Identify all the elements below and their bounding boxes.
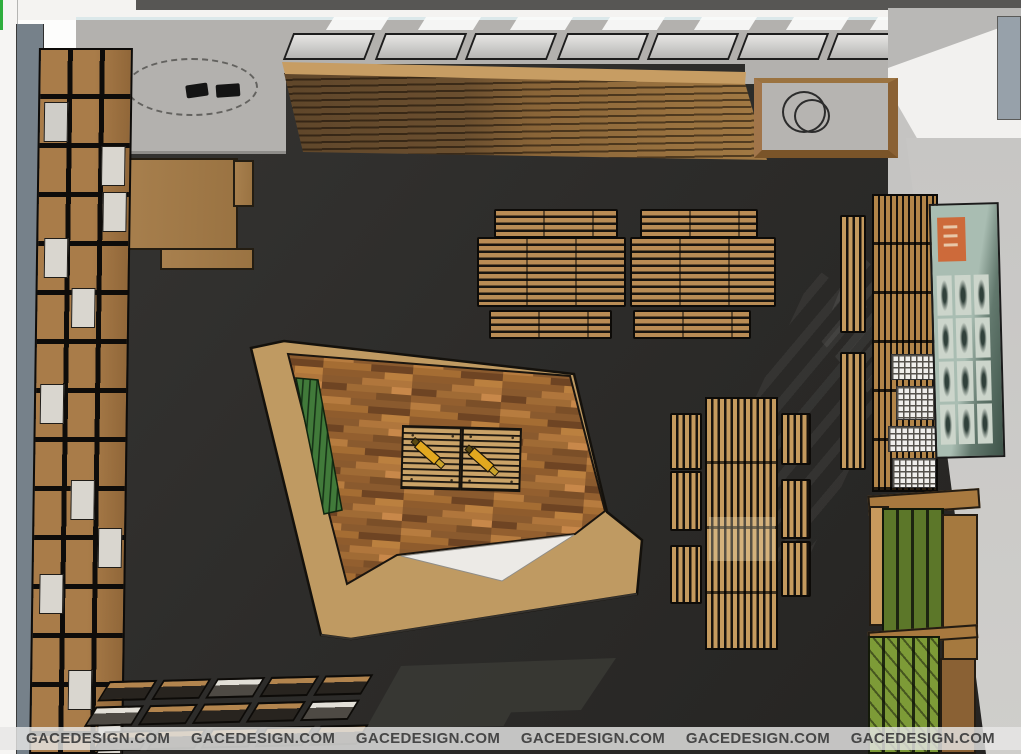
poster-glyph <box>977 403 993 443</box>
poster-glyph <box>937 275 953 315</box>
interior-render: GACEDESIGN.COM GACEDESIGN.COM GACEDESIGN… <box>0 0 1021 754</box>
slat-bench <box>494 209 618 238</box>
shelf-cube-white <box>40 384 65 424</box>
wire-basket <box>888 426 936 452</box>
slat-bench <box>781 479 811 539</box>
skylight-reflection <box>326 17 389 30</box>
slat-bench <box>781 413 811 465</box>
poster-glyph <box>974 317 990 357</box>
poster-glyph <box>938 318 954 358</box>
skylight-reflection <box>694 17 757 30</box>
poster-glyph-grid <box>937 274 993 447</box>
shelf-cube-white <box>102 192 127 232</box>
tray-row <box>90 699 370 726</box>
poster-glyph <box>939 361 955 401</box>
watermark-band: GACEDESIGN.COM GACEDESIGN.COM GACEDESIGN… <box>0 727 1021 750</box>
slat-table <box>630 237 776 307</box>
tray <box>192 702 252 724</box>
shelf-cube-white <box>101 146 126 186</box>
slat-bench <box>670 545 702 604</box>
poster-glyph <box>957 361 973 401</box>
shelf-cube-white <box>98 528 123 568</box>
watermark-text: GACEDESIGN.COM <box>686 730 830 747</box>
tray <box>151 678 211 700</box>
skylight-reflection <box>786 17 849 30</box>
poster-glyph <box>973 274 989 314</box>
corner-desk-return <box>233 160 254 207</box>
wall-poster <box>929 202 1006 459</box>
poster-glyph <box>958 404 974 444</box>
green-lockers-upper <box>882 508 944 636</box>
skylight-reflection <box>510 17 573 30</box>
fan-circle-icon <box>794 99 830 133</box>
tray-white <box>300 700 360 722</box>
wire-basket <box>896 386 936 420</box>
right-outer-wall-strip <box>997 16 1021 120</box>
slat-table <box>477 237 626 307</box>
poster-glyph <box>956 318 972 358</box>
shelf-cube-white <box>39 574 64 614</box>
wire-basket <box>891 354 937 380</box>
skylight-reflection <box>602 17 665 30</box>
tray <box>246 701 306 723</box>
corner-desk <box>117 158 238 250</box>
ceiling-speaker-icon <box>216 83 241 98</box>
tray <box>97 680 157 702</box>
tray <box>259 676 319 698</box>
display-table <box>401 426 521 491</box>
watermark-text: GACEDESIGN.COM <box>851 730 995 747</box>
slat-bench <box>781 541 811 597</box>
tray-white <box>84 705 144 727</box>
shelf-cube-white <box>71 288 96 328</box>
slat-shelf-narrow <box>840 352 866 470</box>
slat-bench <box>670 413 702 470</box>
watermark-text: GACEDESIGN.COM <box>521 730 665 747</box>
slat-bench <box>640 209 758 238</box>
slat-shelf-narrow <box>840 215 866 333</box>
tray-white <box>205 677 265 699</box>
poster-seal <box>937 217 966 262</box>
watermark-text: GACEDESIGN.COM <box>356 730 500 747</box>
left-edge-accent <box>0 0 3 30</box>
poster-glyph <box>940 404 956 444</box>
watermark-text: GACEDESIGN.COM <box>191 730 335 747</box>
tray <box>313 674 373 696</box>
ceiling-fan-unit <box>754 78 898 158</box>
display-platform <box>236 326 664 664</box>
light-patch <box>709 517 775 561</box>
shelf-cube-white <box>44 238 69 278</box>
watermark-text: GACEDESIGN.COM <box>26 730 170 747</box>
poster-glyph <box>975 360 991 400</box>
slat-bench <box>670 471 702 531</box>
skylight-reflection <box>418 17 481 30</box>
tray <box>138 704 198 726</box>
cube-shelving-left <box>29 48 133 754</box>
poster-glyph <box>955 275 971 315</box>
slat-table-long <box>705 397 778 650</box>
shelf-cube-white <box>70 480 95 520</box>
slat-shelf-tall <box>872 194 938 492</box>
wire-basket <box>892 458 936 488</box>
wood-slat-canopy <box>278 53 772 165</box>
corner-desk-extension <box>160 248 254 270</box>
shelf-cube-white <box>44 102 69 142</box>
